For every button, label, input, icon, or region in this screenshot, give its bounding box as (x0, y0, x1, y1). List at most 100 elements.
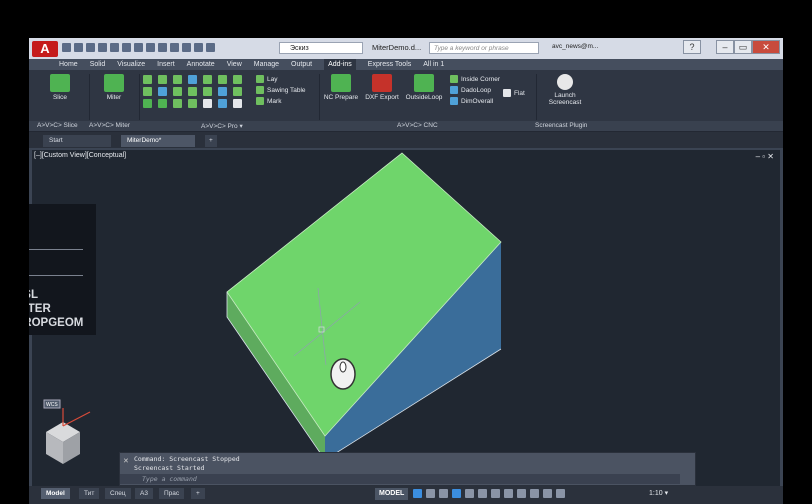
pro-tool-icon[interactable] (158, 99, 167, 108)
panel-screencast-label[interactable]: Screencast Plugin (535, 122, 587, 129)
command-close-icon[interactable]: ✕ (123, 457, 129, 465)
model-viewport[interactable]: [–][Custom View][Conceptual] – ▫ ✕ WCS L… (29, 150, 780, 486)
tab-express-tools[interactable]: Express Tools (368, 59, 411, 70)
launch-screencast-button[interactable]: Launch Screencast (544, 74, 586, 106)
workspace-dropdown[interactable]: Эскиз (279, 42, 363, 54)
tab-visualize[interactable]: Visualize (117, 59, 145, 70)
pro-tool-icon[interactable] (143, 75, 152, 84)
close-button[interactable]: ✕ (752, 40, 780, 54)
scene: WCS (43, 152, 502, 464)
miter-button[interactable]: Miter (97, 74, 131, 101)
lock-icon[interactable] (206, 43, 215, 52)
otrack-icon[interactable] (478, 489, 487, 498)
new-icon[interactable] (62, 43, 71, 52)
restore-button[interactable]: ▭ (734, 40, 752, 54)
search-input[interactable]: Type a keyword or phrase (429, 42, 539, 54)
workspace-icon[interactable] (556, 489, 565, 498)
lineweight-icon[interactable] (491, 489, 500, 498)
lay-button[interactable]: Lay (256, 75, 306, 83)
polar-icon[interactable] (452, 489, 461, 498)
tab-home[interactable]: Home (59, 59, 78, 70)
pro-tool-icon[interactable] (143, 87, 152, 96)
dado-loop-button[interactable]: DadoLoop (450, 86, 500, 94)
pro-tool-icon[interactable] (218, 99, 227, 108)
pro-tool-icon[interactable] (188, 87, 197, 96)
snap-icon[interactable] (426, 489, 435, 498)
new-tab-button[interactable]: + (205, 135, 217, 147)
pro-tool-icon[interactable] (158, 87, 167, 96)
tab-annotate[interactable]: Annotate (187, 59, 215, 70)
pro-tool-icon[interactable] (173, 87, 182, 96)
pro-tool-icon[interactable] (173, 99, 182, 108)
pro-tool-icon[interactable] (173, 75, 182, 84)
nc-prepare-button[interactable]: NC Prepare (322, 74, 360, 101)
minimize-button[interactable]: – (716, 40, 734, 54)
outside-loop-button[interactable]: OutsideLoop (403, 74, 445, 101)
tab-insert[interactable]: Insert (157, 59, 175, 70)
tab-all-in-1[interactable]: All in 1 (423, 59, 444, 70)
panel-miter-label[interactable]: A>V>C> Miter (89, 122, 130, 129)
tab-manage[interactable]: Manage (254, 59, 279, 70)
annotation-icon[interactable] (543, 489, 552, 498)
flat-button[interactable]: Flat (503, 89, 525, 97)
pro-tool-icon[interactable] (218, 87, 227, 96)
model-space-button[interactable]: MODEL (375, 488, 409, 500)
overlay-text-miter: MITER (29, 303, 51, 315)
sawing-table-button[interactable]: Sawing Table (256, 86, 306, 94)
pro-tool-icon[interactable] (218, 75, 227, 84)
properties-icon[interactable] (146, 43, 155, 52)
pro-tool-icon[interactable] (158, 75, 167, 84)
layout-tab-4[interactable]: Прас (159, 488, 185, 499)
save-icon[interactable] (86, 43, 95, 52)
pro-tool-icon[interactable] (188, 75, 197, 84)
panel-slice-label[interactable]: A>V>C> Slice (37, 122, 78, 129)
add-layout-button[interactable]: + (191, 488, 205, 499)
tab-start[interactable]: Start (43, 135, 111, 147)
slice-button[interactable]: Slice (43, 74, 77, 101)
undo-icon[interactable] (110, 43, 119, 52)
light-icon[interactable] (182, 43, 191, 52)
plot-icon[interactable] (134, 43, 143, 52)
osnap-icon[interactable] (465, 489, 474, 498)
layout-tab-3[interactable]: А3 (135, 488, 153, 499)
mark-button[interactable]: Mark (256, 97, 306, 105)
panel-cnc-label[interactable]: A>V>C> CNC (397, 122, 438, 129)
redo-icon[interactable] (122, 43, 131, 52)
pro-tool-icon[interactable] (203, 99, 212, 108)
layout-tab-2[interactable]: Спец (105, 488, 131, 499)
user-account[interactable]: avc_news@m... (552, 43, 598, 50)
app-menu-button[interactable]: A (32, 41, 58, 57)
pro-tool-icon[interactable] (233, 99, 242, 108)
ucs-icon[interactable]: WCS (43, 399, 91, 464)
pro-tool-icon[interactable] (143, 99, 152, 108)
annotation-scale[interactable]: 1:10 ▾ (649, 489, 668, 497)
pro-tool-icon[interactable] (233, 87, 242, 96)
help-button[interactable]: ? (683, 40, 701, 54)
pro-tool-icon[interactable] (203, 87, 212, 96)
gizmo-icon[interactable] (530, 489, 539, 498)
sun-icon[interactable] (194, 43, 203, 52)
dim-overall-button[interactable]: DimOverall (450, 97, 500, 105)
layout-tab-model[interactable]: Model (41, 488, 70, 499)
tab-solid[interactable]: Solid (90, 59, 106, 70)
match-icon[interactable] (170, 43, 179, 52)
grid-icon[interactable] (413, 489, 422, 498)
selection-cycling-icon[interactable] (517, 489, 526, 498)
layers-icon[interactable] (158, 43, 167, 52)
tab-output[interactable]: Output (291, 59, 312, 70)
open-icon[interactable] (74, 43, 83, 52)
pro-tool-icon[interactable] (233, 75, 242, 84)
pro-tool-icon[interactable] (188, 99, 197, 108)
tab-miterdemo[interactable]: MiterDemo* (121, 135, 195, 147)
transparency-icon[interactable] (504, 489, 513, 498)
command-input[interactable]: Type a command (120, 474, 680, 484)
ortho-icon[interactable] (439, 489, 448, 498)
panel-pro-label[interactable]: A>V>C> Pro ▾ (201, 122, 243, 130)
pro-tool-icon[interactable] (203, 75, 212, 84)
save-as-icon[interactable] (98, 43, 107, 52)
layout-tab-1[interactable]: Тит (79, 488, 100, 499)
tab-add-ins[interactable]: Add-ins (324, 59, 356, 70)
dxf-export-button[interactable]: DXF Export (363, 74, 401, 101)
inside-corner-button[interactable]: Inside Corner (450, 75, 500, 83)
tab-view[interactable]: View (227, 59, 242, 70)
